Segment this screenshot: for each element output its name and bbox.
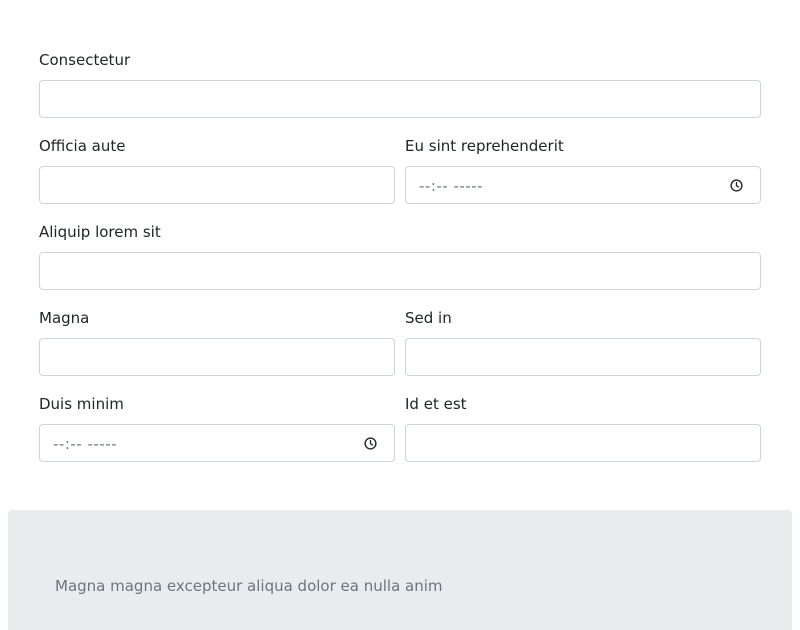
officia-aute-field: Officia aute [39, 136, 395, 204]
magna-input[interactable] [39, 338, 395, 376]
aliquip-lorem-sit-input[interactable] [39, 252, 761, 290]
footer-text: Magna magna excepteur aliqua dolor ea nu… [55, 577, 443, 595]
consectetur-field: Consectetur [39, 50, 761, 118]
aliquip-lorem-sit-label: Aliquip lorem sit [39, 223, 161, 241]
officia-aute-label: Officia aute [39, 137, 126, 155]
consectetur-input[interactable] [39, 80, 761, 118]
magna-label: Magna [39, 309, 90, 327]
footer-panel: Magna magna excepteur aliqua dolor ea nu… [8, 510, 792, 630]
clock-icon[interactable] [364, 437, 377, 450]
eu-sint-reprehenderit-time-input[interactable]: --:-- ----- [405, 166, 761, 204]
id-et-est-input[interactable] [405, 424, 761, 462]
id-et-est-label: Id et est [405, 395, 467, 413]
magna-field: Magna [39, 308, 395, 376]
eu-sint-reprehenderit-label: Eu sint reprehenderit [405, 137, 564, 155]
clock-icon[interactable] [730, 179, 743, 192]
time-placeholder: --:-- ----- [53, 435, 118, 453]
sed-in-label: Sed in [405, 309, 452, 327]
sed-in-field: Sed in [405, 308, 761, 376]
sed-in-input[interactable] [405, 338, 761, 376]
consectetur-label: Consectetur [39, 51, 131, 69]
duis-minim-time-input[interactable]: --:-- ----- [39, 424, 395, 462]
eu-sint-reprehenderit-field: Eu sint reprehenderit --:-- ----- [405, 136, 761, 204]
time-placeholder: --:-- ----- [419, 177, 484, 195]
officia-aute-input[interactable] [39, 166, 395, 204]
id-et-est-field: Id et est [405, 394, 761, 462]
aliquip-lorem-sit-field: Aliquip lorem sit [39, 222, 761, 290]
duis-minim-label: Duis minim [39, 395, 124, 413]
duis-minim-field: Duis minim --:-- ----- [39, 394, 395, 462]
